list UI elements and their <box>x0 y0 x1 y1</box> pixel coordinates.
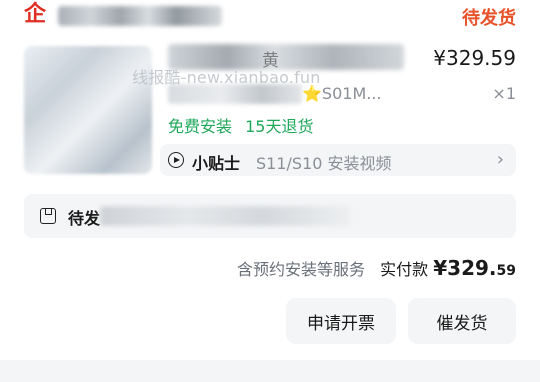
service-tag: 免费安装 <box>168 117 233 136</box>
paid-amount-main: ¥329. <box>433 256 497 280</box>
package-icon <box>40 208 56 224</box>
service-note: 含预约安装等服务 <box>237 260 366 279</box>
tip-text: S11/S10 安装视频 <box>256 154 392 173</box>
paid-amount: ¥329.59 <box>433 256 516 280</box>
shipping-status-bar[interactable]: 待发 <box>24 194 516 238</box>
order-card[interactable]: 企 待发货 黄 ¥329.59 线报酷-new.xianbao.fun ⭐S01… <box>0 0 540 360</box>
paid-label: 实付款 <box>380 260 429 279</box>
shipping-status-blurred <box>100 206 350 226</box>
service-tag: 15天退货 <box>245 117 314 136</box>
service-tags: 免费安装 15天退货 <box>168 113 321 137</box>
payment-summary: 含预约安装等服务 实付款 ¥329.59 <box>237 256 516 280</box>
shipping-status-label: 待发 <box>68 209 101 228</box>
paid-amount-cents: 59 <box>496 263 516 279</box>
shop-logo-icon: 企 <box>24 2 47 27</box>
product-price: ¥329.59 <box>433 46 516 70</box>
chevron-right-icon: › <box>496 149 504 170</box>
tip-bar[interactable]: 小贴士 S11/S10 安装视频 › <box>160 144 516 176</box>
play-icon <box>168 152 184 168</box>
bottom-divider <box>0 360 540 382</box>
tip-label: 小贴士 <box>192 154 241 173</box>
urge-shipping-button[interactable]: 催发货 <box>408 298 516 344</box>
order-status: 待发货 <box>462 8 516 29</box>
product-spec: ⭐S01M... <box>302 84 382 103</box>
product-quantity: ×1 <box>492 84 516 103</box>
apply-invoice-button[interactable]: 申请开票 <box>286 298 396 344</box>
shop-name-blurred[interactable] <box>58 6 222 26</box>
product-spec-blurred <box>168 84 302 104</box>
